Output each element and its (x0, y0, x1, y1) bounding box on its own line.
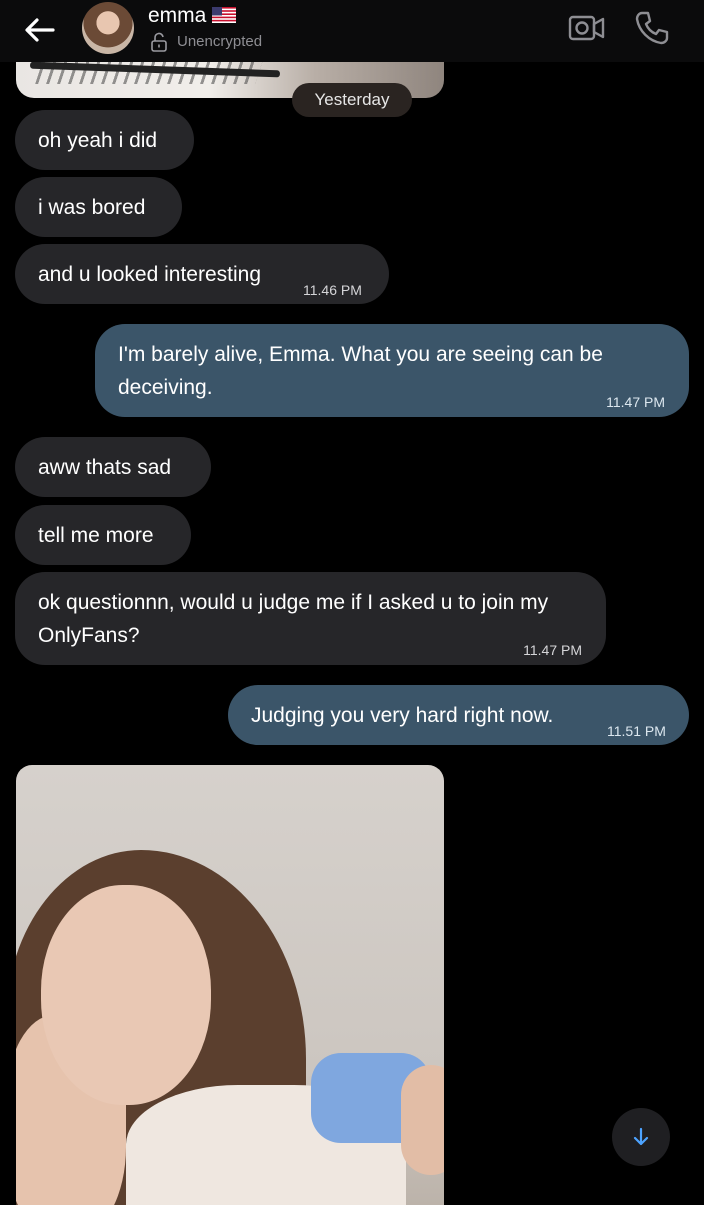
chat-header: emma Unencrypted (0, 0, 704, 62)
us-flag-icon (212, 7, 236, 23)
message-bubble-incoming[interactable]: i was bored (15, 177, 182, 237)
scroll-to-bottom-button[interactable] (612, 1108, 670, 1166)
message-text: i was bored (38, 196, 146, 219)
message-timestamp: 11.47 PM (606, 394, 665, 410)
message-bubble-outgoing[interactable]: Judging you very hard right now. 11.51 P… (228, 685, 689, 745)
message-bubble-incoming[interactable]: oh yeah i did (15, 110, 194, 170)
message-timestamp: 11.51 PM (607, 723, 666, 739)
message-timestamp: 11.46 PM (303, 282, 362, 298)
message-timestamp: 11.47 PM (523, 642, 582, 658)
message-bubble-incoming[interactable]: ok questionnn, would u judge me if I ask… (15, 572, 606, 665)
date-separator: Yesterday (292, 83, 412, 117)
message-text: Judging you very hard right now. (251, 704, 554, 727)
message-text: aww thats sad (38, 456, 172, 479)
message-bubble-incoming[interactable]: aww thats sad (15, 437, 211, 497)
message-text: oh yeah i did (38, 129, 158, 152)
message-text: ok questionnn, would u judge me if I ask… (38, 591, 549, 647)
message-bubble-incoming[interactable]: tell me more (15, 505, 191, 565)
encryption-status: Unencrypted (177, 33, 263, 50)
message-bubble-outgoing[interactable]: I'm barely alive, Emma. What you are see… (95, 324, 689, 417)
message-bubble-incoming[interactable]: and u looked interesting 11.46 PM (15, 244, 389, 304)
message-text: I'm barely alive, Emma. What you are see… (118, 343, 603, 399)
lock-open-icon (151, 32, 167, 52)
avatar[interactable] (82, 2, 134, 54)
photo-message[interactable] (16, 765, 444, 1205)
phone-icon[interactable] (632, 8, 672, 48)
contact-name[interactable]: emma (148, 4, 206, 28)
message-text: and u looked interesting (38, 263, 261, 286)
message-text: tell me more (38, 524, 154, 547)
video-call-icon[interactable] (567, 8, 607, 48)
back-arrow-icon[interactable] (20, 10, 60, 50)
arrow-down-icon (633, 1127, 649, 1146)
